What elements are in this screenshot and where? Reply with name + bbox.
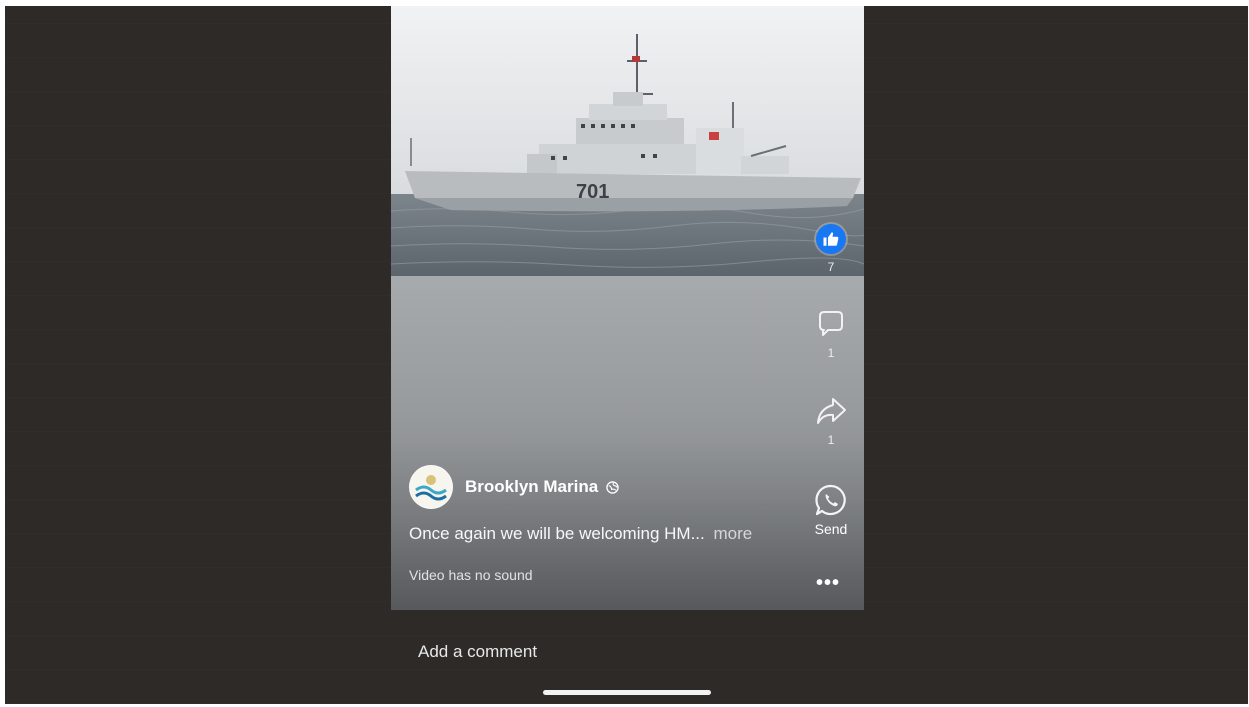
app-screen: 701 7 1 1 Send Brooklyn Marina Once agai… <box>5 6 1248 704</box>
caption-text: Once again we will be welcoming HM... <box>409 524 705 543</box>
comment-icon <box>819 311 843 336</box>
avatar[interactable] <box>409 465 453 509</box>
whatsapp-icon <box>815 484 846 516</box>
like-icon <box>816 224 846 254</box>
home-indicator[interactable] <box>543 690 711 695</box>
author-row[interactable]: Brooklyn Marina <box>409 465 619 509</box>
more-link[interactable]: more <box>713 524 752 543</box>
author-name[interactable]: Brooklyn Marina <box>465 477 598 497</box>
share-icon <box>817 398 846 424</box>
comment-input[interactable]: Add a comment <box>418 642 537 662</box>
like-button[interactable]: 7 <box>806 224 856 274</box>
send-label: Send <box>814 521 848 537</box>
video-player[interactable]: 701 7 1 1 Send Brooklyn Marina Once agai… <box>391 6 864 610</box>
more-options-icon[interactable]: ••• <box>816 572 840 595</box>
send-button[interactable]: Send <box>806 483 856 537</box>
post-caption[interactable]: Once again we will be welcoming HM... mo… <box>409 524 752 544</box>
globe-icon <box>606 480 619 494</box>
like-count: 7 <box>827 260 835 274</box>
share-button[interactable]: 1 <box>806 395 856 447</box>
brooklyn-marina-logo <box>410 466 452 508</box>
ship-photo: 701 <box>391 6 864 276</box>
comment-button[interactable]: 1 <box>806 308 856 360</box>
comment-count: 1 <box>827 346 835 360</box>
share-count: 1 <box>827 433 835 447</box>
sound-notice: Video has no sound <box>409 567 533 583</box>
hull-number: 701 <box>576 181 609 203</box>
caption-shade <box>391 436 864 610</box>
